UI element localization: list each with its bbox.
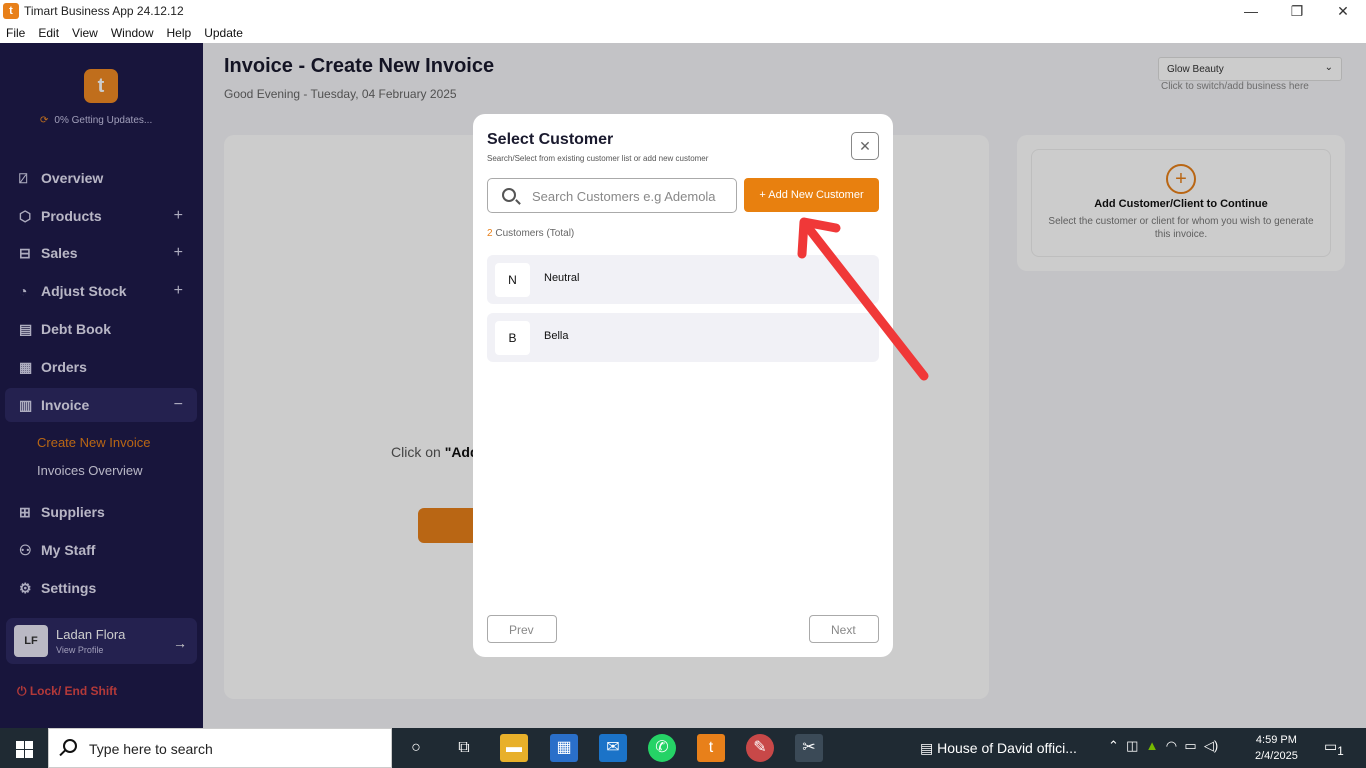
window-titlebar: t Timart Business App 24.12.12 — ❐ ✕ xyxy=(0,0,1366,22)
snipping-tool-icon[interactable]: ✂ xyxy=(795,734,823,762)
window-title: Timart Business App 24.12.12 xyxy=(24,4,184,18)
menu-window[interactable]: Window xyxy=(111,26,154,40)
notification-icon[interactable]: ▭1 xyxy=(1324,738,1344,758)
app-icon: t xyxy=(3,3,19,19)
menu-view[interactable]: View xyxy=(72,26,98,40)
close-window-button[interactable]: ✕ xyxy=(1320,0,1366,22)
close-icon[interactable]: ✕ xyxy=(851,132,879,160)
windows-start-icon[interactable] xyxy=(0,728,48,768)
timart-taskbar-icon[interactable]: t xyxy=(697,734,725,762)
menu-file[interactable]: File xyxy=(6,26,25,40)
taskbar: Type here to search ○ ⧉ ▬ ▦ ✉ ✆ t ✎ ✂ ▤ … xyxy=(0,728,1366,768)
whatsapp-icon[interactable]: ✆ xyxy=(648,734,676,762)
search-icon xyxy=(63,739,77,753)
volume-icon[interactable]: ◁) xyxy=(1204,738,1218,753)
modal-subtitle: Search/Select from existing customer lis… xyxy=(487,154,709,163)
taskbar-search[interactable]: Type here to search xyxy=(48,728,392,768)
paint-icon[interactable]: ✎ xyxy=(746,734,774,762)
menu-bar: File Edit View Window Help Update xyxy=(0,22,1366,43)
store-icon[interactable]: ▦ xyxy=(550,734,578,762)
task-view-icon[interactable]: ⧉ xyxy=(450,734,478,762)
cortana-icon[interactable]: ○ xyxy=(402,734,430,762)
menu-update[interactable]: Update xyxy=(204,26,243,40)
restore-button[interactable]: ❐ xyxy=(1274,0,1320,22)
minimize-button[interactable]: — xyxy=(1228,0,1274,22)
search-icon xyxy=(502,188,516,202)
customer-name: Bella xyxy=(544,330,569,342)
menu-edit[interactable]: Edit xyxy=(38,26,59,40)
search-input[interactable] xyxy=(532,185,727,207)
menu-help[interactable]: Help xyxy=(167,26,192,40)
customer-search[interactable] xyxy=(487,178,737,213)
taskbar-search-text: Type here to search xyxy=(89,741,213,757)
news-text: House of David offici... xyxy=(937,740,1077,756)
mail-icon[interactable]: ✉ xyxy=(599,734,627,762)
battery-icon[interactable]: ▭ xyxy=(1184,738,1196,753)
clock-date: 2/4/2025 xyxy=(1255,750,1298,762)
modal-title: Select Customer xyxy=(487,131,614,148)
news-icon: ▤ xyxy=(920,740,938,756)
wifi-icon[interactable]: ◠ xyxy=(1166,738,1177,753)
customer-count-label: Customers (Total) xyxy=(492,228,575,239)
customer-count: 2 Customers (Total) xyxy=(487,228,574,239)
nvidia-icon[interactable]: ▲ xyxy=(1146,738,1159,753)
meet-icon[interactable]: ◫ xyxy=(1126,738,1138,753)
prev-button[interactable]: Prev xyxy=(487,615,557,643)
customer-initial: B xyxy=(495,321,530,355)
news-widget[interactable]: ▤ House of David offici... xyxy=(920,740,1077,757)
customer-name: Neutral xyxy=(544,272,580,284)
customer-initial: N xyxy=(495,263,530,297)
chevron-up-icon[interactable]: ⌃ xyxy=(1108,738,1119,753)
clock-time: 4:59 PM xyxy=(1255,734,1297,746)
annotation-arrow xyxy=(797,217,929,381)
next-button[interactable]: Next xyxy=(809,615,879,643)
notification-count: 1 xyxy=(1337,744,1344,758)
taskbar-clock[interactable]: 4:59 PM 2/4/2025 xyxy=(1255,732,1298,764)
system-tray[interactable]: ⌃ ◫ ▲ ◠ ▭ ◁) xyxy=(1108,738,1218,754)
file-explorer-icon[interactable]: ▬ xyxy=(500,734,528,762)
